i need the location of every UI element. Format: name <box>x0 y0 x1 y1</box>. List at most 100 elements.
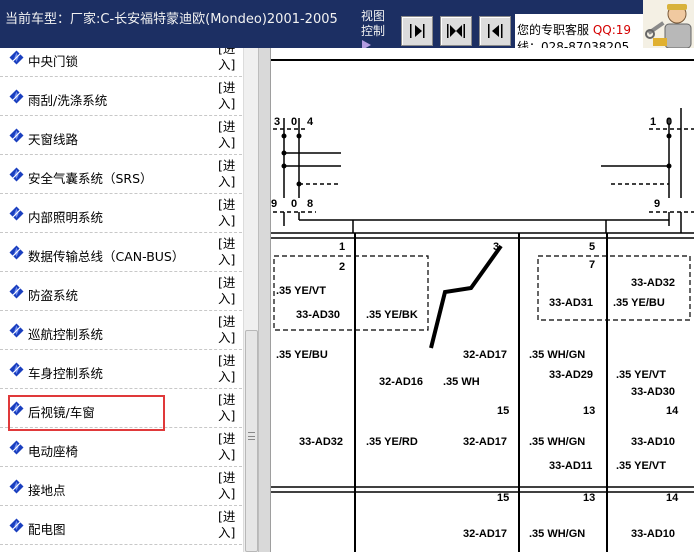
pin-label: 8 <box>307 198 313 210</box>
arrow-right-bar-icon <box>410 24 425 38</box>
sidebar-item[interactable]: 接地点 [进入] <box>0 467 242 506</box>
fit-both-button[interactable] <box>440 16 472 46</box>
diamond-bullet-icon <box>9 206 24 221</box>
wire-label: .35 YE/BU <box>276 349 328 361</box>
pin-label: 14 <box>666 405 679 417</box>
pin-label: 0 <box>291 198 297 210</box>
wire-label: .35 YE/BK <box>366 309 418 321</box>
enter-link[interactable]: [进入] <box>218 392 240 424</box>
pin-label: 15 <box>497 405 509 417</box>
sidebar-item-label: 接地点 <box>28 483 66 498</box>
customer-service-panel: 您的专职客服 QQ:19 线：028-87038205 <box>515 14 643 48</box>
wire-label: 33-AD11 <box>549 460 592 472</box>
current-model-title: 当前车型：厂家:C-长安福特蒙迪欧(Mondeo)2001-2005 <box>5 12 338 27</box>
pin-label: 7 <box>589 259 595 271</box>
app-window: 当前车型：厂家:C-长安福特蒙迪欧(Mondeo)2001-2005 视图控制 <box>0 0 694 552</box>
enter-link[interactable]: [进入] <box>218 509 240 541</box>
enter-link[interactable]: [进入] <box>218 197 240 229</box>
pin-label: 1 <box>339 241 345 253</box>
wiring-diagram: 3 0 4 1 0 9 0 8 <box>271 59 694 552</box>
sidebar-item[interactable]: 雨刮/洗涤系统 [进入] <box>0 77 242 116</box>
wire-label: 32-AD17 <box>463 349 507 361</box>
sidebar-scrollbar[interactable] <box>243 48 258 552</box>
sidebar-item-label: 安全气囊系统（SRS） <box>28 171 153 186</box>
wire-label: 33-AD32 <box>299 436 343 448</box>
diamond-bullet-icon <box>9 518 24 533</box>
scrollbar-thumb[interactable] <box>245 330 258 552</box>
sidebar-item[interactable]: 电动座椅 [进入] <box>0 428 242 467</box>
sidebar-item-label: 车身控制系统 <box>28 366 104 381</box>
sidebar-item-label: 天窗线路 <box>28 132 79 147</box>
fit-right-button[interactable] <box>401 16 433 46</box>
enter-link[interactable]: [进入] <box>218 158 240 190</box>
pin-label: 4 <box>307 116 314 128</box>
sidebar-item[interactable]: 安全气囊系统（SRS） [进入] <box>0 155 242 194</box>
scrollbar-grip-icon <box>248 432 255 440</box>
mechanic-mascot-icon <box>643 0 694 48</box>
sidebar-item[interactable]: 防盗系统 [进入] <box>0 272 242 311</box>
enter-link[interactable]: [进入] <box>218 80 240 112</box>
fit-left-button[interactable] <box>479 16 511 46</box>
pin-label: 9 <box>654 198 660 210</box>
wire-label: 32-AD17 <box>463 528 507 540</box>
enter-link[interactable]: [进入] <box>218 275 240 307</box>
service-qq-link[interactable]: QQ:19 <box>593 23 631 37</box>
sidebar-item-label: 巡航控制系统 <box>28 327 104 342</box>
wire-label: 33-AD30 <box>631 386 675 398</box>
sidebar-item[interactable]: 中央门锁 [进入] <box>0 48 242 77</box>
wire-label: .35 WH/GN <box>529 436 585 448</box>
enter-link[interactable]: [进入] <box>218 236 240 268</box>
diamond-bullet-icon <box>9 284 24 299</box>
wire-label: 33-AD10 <box>631 436 675 448</box>
service-label: 您的专职客服 <box>517 23 590 37</box>
enter-link[interactable]: [进入] <box>218 353 240 385</box>
enter-link[interactable]: [进入] <box>218 48 240 73</box>
sidebar-item[interactable]: 配电图 [进入] <box>0 506 242 545</box>
enter-link[interactable]: [进入] <box>218 314 240 346</box>
wire-label: 33-AD30 <box>296 309 340 321</box>
sidebar-item-label: 电动座椅 <box>28 444 79 459</box>
sidebar-item-label: 雨刮/洗涤系统 <box>28 93 108 108</box>
diamond-bullet-icon <box>9 167 24 182</box>
enter-link[interactable]: [进入] <box>218 431 240 463</box>
enter-link[interactable]: [进入] <box>218 119 240 151</box>
wire-label: .35 WH/GN <box>529 349 585 361</box>
sidebar-item-label: 配电图 <box>28 522 66 537</box>
diamond-bullet-icon <box>9 440 24 455</box>
sidebar-item-label: 内部照明系统 <box>28 210 104 225</box>
header-bar: 当前车型：厂家:C-长安福特蒙迪欧(Mondeo)2001-2005 视图控制 <box>0 0 694 50</box>
wire-label: .35 WH <box>443 376 480 388</box>
pin-label: 3 <box>493 241 499 253</box>
wire-label: 32-AD17 <box>463 436 507 448</box>
sidebar-item[interactable]: 巡航控制系统 [进入] <box>0 311 242 350</box>
enter-link[interactable]: [进入] <box>218 470 240 502</box>
pin-label: 14 <box>666 492 679 504</box>
wiring-diagram-pane[interactable]: 3 0 4 1 0 9 0 8 <box>271 48 694 552</box>
diamond-bullet-icon <box>9 245 24 260</box>
diamond-bullet-icon <box>9 128 24 143</box>
wire-label: 33-AD32 <box>631 277 675 289</box>
arrows-both-icon <box>447 24 465 38</box>
pin-label: 13 <box>583 492 595 504</box>
sidebar-item-label: 中央门锁 <box>28 54 79 69</box>
pane-splitter[interactable] <box>258 48 271 552</box>
pin-label: 13 <box>583 405 595 417</box>
sidebar-item[interactable]: 内部照明系统 [进入] <box>0 194 242 233</box>
pin-label: 5 <box>589 241 595 253</box>
diamond-bullet-icon <box>9 50 24 65</box>
arrow-left-bar-icon <box>488 24 503 38</box>
wire-label: .35 YE/BU <box>613 297 665 309</box>
sidebar-item-label: 防盗系统 <box>28 288 79 303</box>
sidebar-item[interactable]: 数据传输总线（CAN-BUS） [进入] <box>0 233 242 272</box>
pin-label: 9 <box>271 198 277 210</box>
wire-label: .35 YE/VT <box>616 369 666 381</box>
highlight-box <box>8 395 165 431</box>
diamond-bullet-icon <box>9 323 24 338</box>
wire-label: 33-AD31 <box>549 297 593 309</box>
wire-label: 33-AD10 <box>631 528 675 540</box>
sidebar-item[interactable]: 车身控制系统 [进入] <box>0 350 242 389</box>
wire-label: .35 YE/RD <box>366 436 418 448</box>
sidebar-item[interactable]: 天窗线路 [进入] <box>0 116 242 155</box>
wire-label: .35 YE/VT <box>616 460 666 472</box>
diamond-bullet-icon <box>9 479 24 494</box>
